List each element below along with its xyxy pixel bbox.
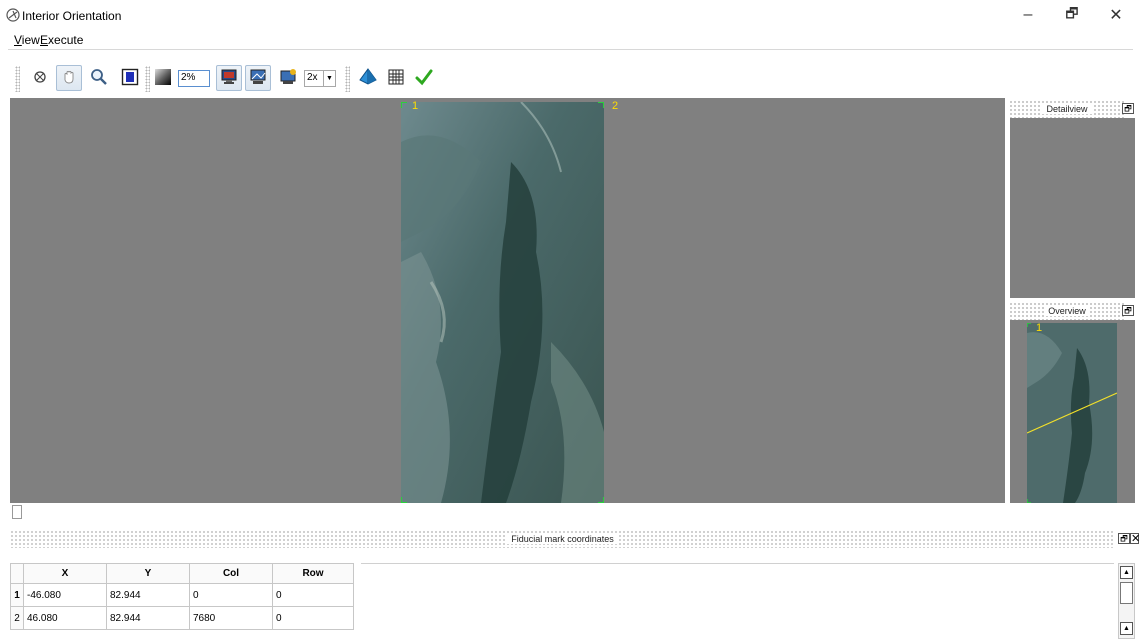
zoom-percent-input[interactable]: 2% <box>178 70 210 87</box>
table-row[interactable]: 1 -46.080 82.944 0 0 <box>10 583 354 607</box>
scroll-down-button[interactable]: ▲ <box>1120 622 1133 635</box>
contrast-icon <box>154 68 172 89</box>
cell-x[interactable]: 46.080 <box>23 606 107 630</box>
menu-execute[interactable]: Execute <box>40 33 83 47</box>
close-window-button[interactable]: ✕ <box>1093 0 1139 30</box>
cell-col[interactable]: 7680 <box>189 606 273 630</box>
row-index[interactable]: 2 <box>10 606 24 630</box>
overview-panel[interactable] <box>1010 320 1135 503</box>
display-monitor-button[interactable] <box>216 65 242 91</box>
image-monitor-button[interactable] <box>245 65 271 91</box>
overview-fiducial-label-1: 1 <box>1036 322 1043 334</box>
toolbar-grip[interactable] <box>15 66 20 92</box>
menu-divider <box>8 49 1133 50</box>
zoom-button[interactable] <box>86 65 112 91</box>
fiducial-dock-title[interactable]: Fiducial mark coordinates <box>10 530 1115 548</box>
table-row[interactable]: 2 46.080 82.944 7680 0 <box>10 606 354 630</box>
scrollbar-thumb[interactable] <box>1120 582 1133 604</box>
pyramid-button[interactable] <box>355 65 381 91</box>
chevron-down-icon: ▲ <box>1123 625 1130 632</box>
detailview-float-button[interactable]: 🗗 <box>1122 103 1134 114</box>
pyramid-icon <box>359 67 377 89</box>
detailview-panel[interactable] <box>1010 118 1135 298</box>
apply-button[interactable] <box>411 65 437 91</box>
column-header-row[interactable]: Row <box>272 563 354 584</box>
overview-float-button[interactable]: 🗗 <box>1122 305 1134 316</box>
grid-table-icon <box>388 69 404 88</box>
main-image-viewer[interactable]: 1 2 <box>10 98 1005 503</box>
column-header-x[interactable]: X <box>23 563 107 584</box>
apply-checkmark-icon <box>415 68 433 89</box>
chevron-up-icon: ▲ <box>1123 569 1130 576</box>
image-monitor-icon <box>249 68 267 89</box>
column-header-y[interactable]: Y <box>106 563 190 584</box>
row-index[interactable]: 1 <box>10 583 24 607</box>
overview-title-text: Overview <box>1044 306 1090 316</box>
aerial-photo-image <box>401 102 604 503</box>
display-monitor-icon <box>220 68 238 89</box>
cell-x[interactable]: -46.080 <box>23 583 107 607</box>
fiducial-close-button[interactable]: ✕ <box>1130 533 1139 545</box>
fiducial-coordinates-table: X Y Col Row 1 -46.080 82.944 0 0 2 46.08… <box>10 563 354 630</box>
overview-thumbnail-image <box>1027 323 1117 503</box>
table-empty-area <box>361 563 1114 639</box>
window-title: Interior Orientation <box>22 9 122 23</box>
pan-button[interactable] <box>56 65 82 91</box>
window-titlebar: Interior Orientation – 🗗 ✕ <box>0 0 1139 30</box>
minimize-button[interactable]: – <box>1005 0 1051 30</box>
zoom-magnifier-icon <box>90 68 108 89</box>
reset-view-button[interactable] <box>27 65 53 91</box>
menu-bar: View Execute <box>0 30 1139 48</box>
restore-button[interactable]: 🗗 <box>1049 0 1095 30</box>
overview-dock-title[interactable]: Overview <box>1009 302 1125 320</box>
oversampling-value: 2x <box>307 72 318 83</box>
cell-y[interactable]: 82.944 <box>106 606 190 630</box>
fiducial-label-2: 2 <box>612 100 619 112</box>
cell-col[interactable]: 0 <box>189 583 273 607</box>
pan-hand-icon <box>61 69 77 88</box>
detailview-title-text: Detailview <box>1042 104 1092 114</box>
detailview-dock-title[interactable]: Detailview <box>1009 100 1125 118</box>
fiducial-float-button[interactable]: 🗗 <box>1118 533 1130 544</box>
status-indicator[interactable] <box>12 505 22 519</box>
fiducial-dock-title-text: Fiducial mark coordinates <box>507 534 618 544</box>
cell-y[interactable]: 82.944 <box>106 583 190 607</box>
image-monitor-star-icon <box>279 68 297 89</box>
column-header-col[interactable]: Col <box>189 563 273 584</box>
fit-to-window-button[interactable] <box>117 65 143 91</box>
toolbar: 2% 2x ▼ <box>0 62 1139 98</box>
toolbar-grip[interactable] <box>345 66 350 92</box>
grid-table-button[interactable] <box>383 65 409 91</box>
cell-row[interactable]: 0 <box>272 606 354 630</box>
contrast-button[interactable] <box>150 65 176 91</box>
table-corner[interactable] <box>10 563 24 584</box>
app-logo-icon <box>6 8 20 22</box>
reset-view-icon <box>32 69 48 88</box>
table-header-row: X Y Col Row <box>10 563 354 584</box>
scroll-up-button[interactable]: ▲ <box>1120 566 1133 579</box>
image-monitor-star-button[interactable] <box>275 65 301 91</box>
oversampling-select[interactable]: 2x ▼ <box>304 70 336 87</box>
menu-view[interactable]: View <box>14 33 40 47</box>
cell-row[interactable]: 0 <box>272 583 354 607</box>
chevron-down-icon: ▼ <box>323 71 335 86</box>
fiducial-label-1: 1 <box>412 100 419 112</box>
fit-to-window-icon <box>121 68 139 89</box>
